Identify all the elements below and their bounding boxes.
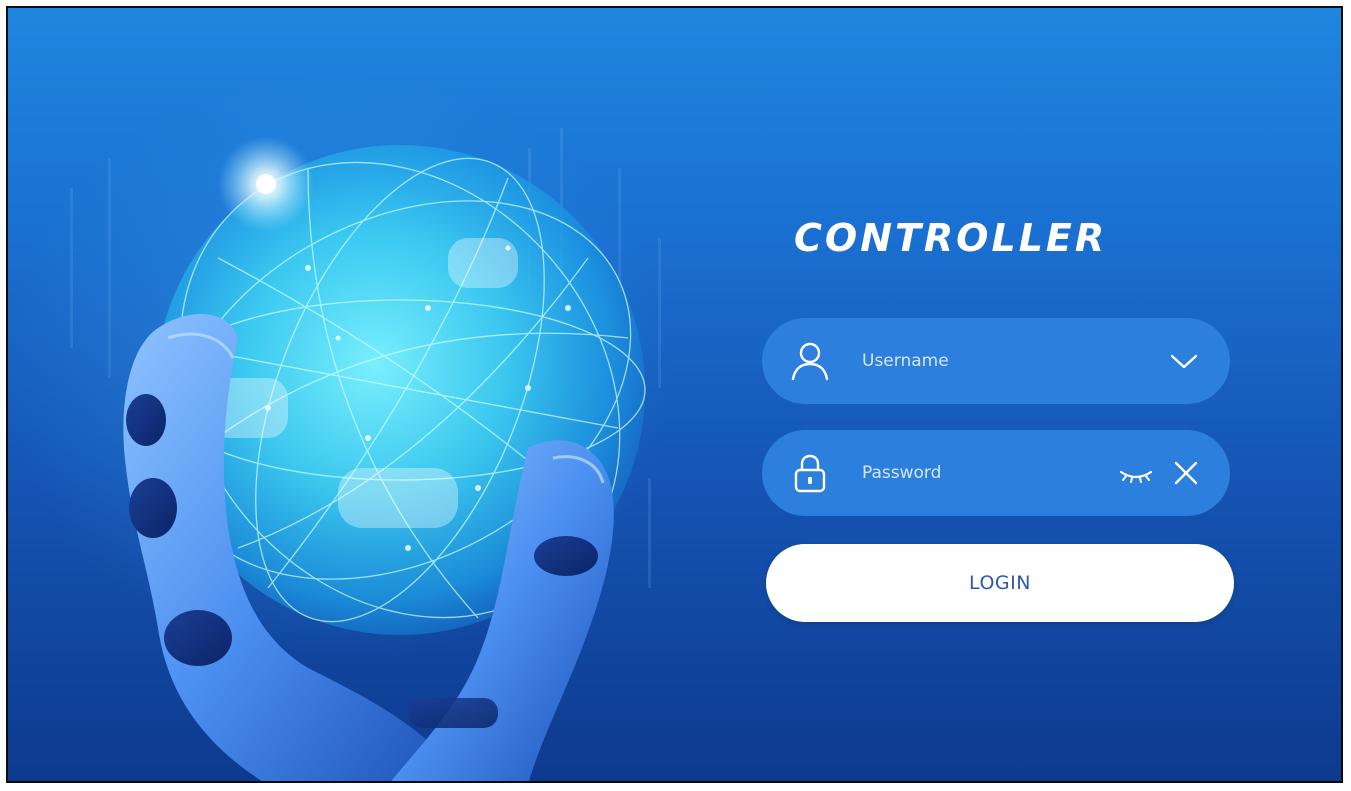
close-icon[interactable] xyxy=(1170,457,1202,489)
lock-icon xyxy=(794,454,826,493)
login-screen: CONTROLLER LOGIN xyxy=(6,6,1343,783)
password-input[interactable] xyxy=(862,454,1102,492)
login-button[interactable]: LOGIN xyxy=(766,544,1234,622)
user-icon xyxy=(791,342,829,381)
username-field[interactable] xyxy=(762,318,1230,404)
brand-title: CONTROLLER xyxy=(794,216,1108,260)
username-input[interactable] xyxy=(862,342,1102,380)
robot-hand-globe-illustration xyxy=(70,128,661,781)
chevron-down-icon[interactable] xyxy=(1168,345,1200,377)
eye-closed-icon[interactable] xyxy=(1116,457,1156,489)
password-field[interactable] xyxy=(762,430,1230,516)
